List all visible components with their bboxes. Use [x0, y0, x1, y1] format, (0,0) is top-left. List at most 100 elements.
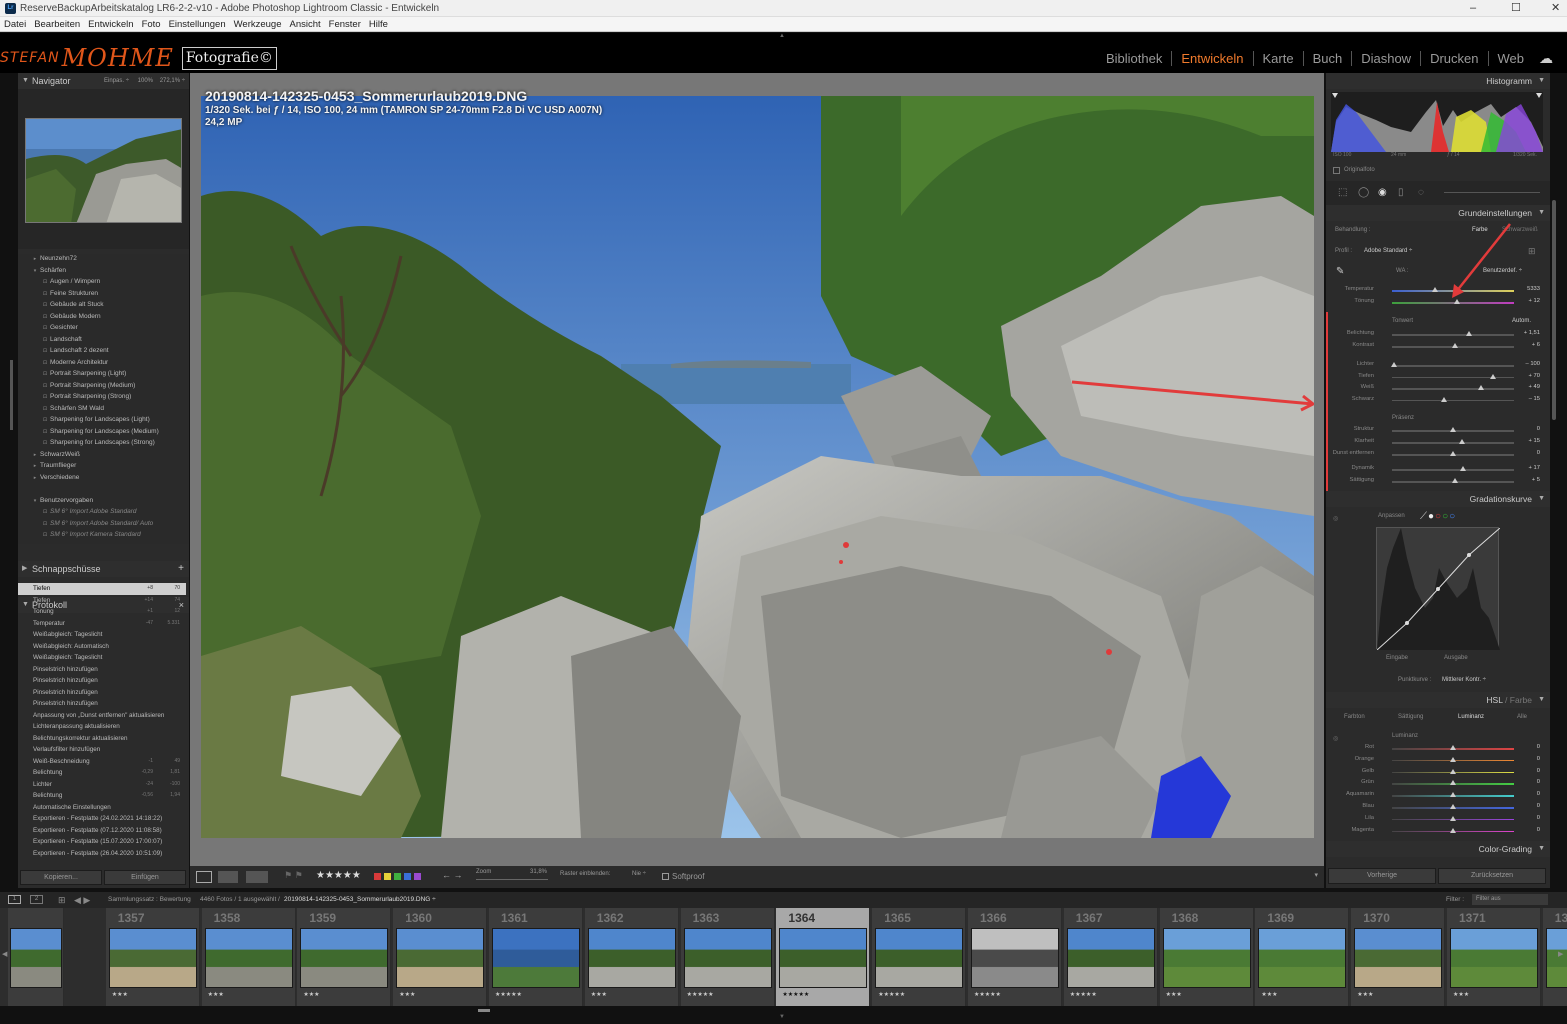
slider-value[interactable]: 0	[1537, 815, 1540, 821]
slider-klarheit[interactable]: Klarheit + 15	[1326, 437, 1548, 448]
eyedropper-icon[interactable]: ✎	[1336, 266, 1344, 277]
module-drucken[interactable]: Drucken	[1421, 51, 1489, 66]
filmstrip-cell[interactable]: 1358 ★★★	[201, 908, 296, 1006]
history-item[interactable]: Belichtungskorrektur aktualisieren	[18, 733, 186, 745]
slider-value[interactable]: 0	[1537, 756, 1540, 762]
add-snapshot-button[interactable]: +	[178, 561, 184, 577]
collapse-top-icon[interactable]: ▲	[779, 33, 785, 39]
history-item[interactable]: Weißabgleich: Tageslicht	[18, 629, 186, 641]
history-item[interactable]: Exportieren - Festplatte (24.02.2021 14:…	[18, 813, 186, 825]
filmstrip-thumbnail[interactable]	[1066, 928, 1155, 988]
slider-track[interactable]	[1392, 399, 1514, 401]
filmstrip-thumbnail[interactable]	[875, 928, 964, 988]
slider-gelb[interactable]: Gelb 0	[1326, 767, 1548, 778]
module-bibliothek[interactable]: Bibliothek	[1097, 51, 1173, 66]
color-label-swatch[interactable]	[394, 873, 401, 880]
slider-knob[interactable]	[1450, 815, 1456, 821]
menu-einstellungen[interactable]: Einstellungen	[169, 17, 226, 31]
preset-item[interactable]: ⊡ Sharpening for Landscapes (Strong)	[40, 439, 155, 446]
menu-werkzeuge[interactable]: Werkzeuge	[234, 17, 282, 31]
filmstrip-cell[interactable]: 1367 ★★★★★	[1063, 908, 1158, 1006]
filmstrip-cell[interactable]: 1357 ★★★	[105, 908, 200, 1006]
slider-aquamarin[interactable]: Aquamarin 0	[1326, 790, 1548, 801]
filmstrip-cell[interactable]: 1363 ★★★★★	[680, 908, 775, 1006]
filmstrip-cell[interactable]: 1360 ★★★	[393, 908, 488, 1006]
slider-knob[interactable]	[1450, 792, 1456, 798]
preset-item[interactable]: ⊡ Landschaft	[40, 336, 82, 343]
slider-schwarz[interactable]: Schwarz – 15	[1326, 395, 1548, 406]
filmstrip-thumbnail[interactable]	[300, 928, 389, 988]
slider-knob[interactable]	[1431, 287, 1438, 292]
slider-sättigung[interactable]: Sättigung + 5	[1326, 476, 1548, 487]
slider-lichter[interactable]: Lichter – 100	[1326, 360, 1548, 371]
history-item[interactable]: Lichter -24 -100	[18, 779, 186, 791]
preset-item[interactable]: ⊡ SM 6° Import Adobe Standard/ Auto	[40, 520, 153, 527]
preset-item[interactable]: ⊡ Portrait Sharpening (Light)	[40, 370, 126, 377]
cloud-icon[interactable]: ☁	[1539, 50, 1553, 67]
prev-next-arrows-icon[interactable]: ← →	[442, 870, 463, 880]
slider-kontrast[interactable]: Kontrast + 6	[1326, 341, 1548, 352]
module-buch[interactable]: Buch	[1304, 51, 1353, 66]
history-item[interactable]: Pinselstrich hinzufügen	[18, 698, 186, 710]
history-item[interactable]: Weißabgleich: Tageslicht	[18, 652, 186, 664]
menu-datei[interactable]: Datei	[4, 17, 26, 31]
slider-value[interactable]: + 15	[1529, 438, 1540, 444]
reset-button[interactable]: Zurücksetzen	[1438, 868, 1546, 884]
curve-target-icon[interactable]: ◎	[1333, 515, 1338, 522]
filmstrip-thumbnail[interactable]	[204, 928, 293, 988]
filmstrip-cell[interactable]: 1366 ★★★★★	[968, 908, 1062, 1006]
preset-folder[interactable]: ▸ Verschiedene	[30, 474, 80, 481]
filmstrip-cell[interactable]: 1361 ★★★★★	[489, 908, 583, 1006]
module-karte[interactable]: Karte	[1254, 51, 1304, 66]
filmstrip-cell[interactable]: 1371 ★★★	[1447, 908, 1541, 1006]
preset-item[interactable]: ⊡ Portrait Sharpening (Medium)	[40, 382, 135, 389]
color-label-swatch[interactable]	[384, 873, 391, 880]
module-web[interactable]: Web	[1489, 51, 1534, 66]
slider-knob[interactable]	[1452, 343, 1459, 348]
tab-luminanz[interactable]: Luminanz	[1458, 714, 1484, 720]
slider-value[interactable]: 0	[1537, 768, 1540, 774]
paste-button[interactable]: Einfügen	[104, 870, 186, 885]
original-photo-checkbox[interactable]	[1333, 167, 1340, 174]
history-item[interactable]: Belichtung -0,56 1,94	[18, 790, 186, 802]
history-item[interactable]: Exportieren - Festplatte (07.12.2020 11:…	[18, 825, 186, 837]
spot-removal-icon[interactable]: ◯	[1358, 187, 1369, 198]
slider-magenta[interactable]: Magenta 0	[1326, 826, 1548, 837]
preset-item[interactable]: ⊡ Sharpening for Landscapes (Light)	[40, 416, 150, 423]
slider-knob[interactable]	[1450, 427, 1456, 432]
filmstrip-cell[interactable]: 1362 ★★★	[584, 908, 679, 1006]
filmstrip-scroll-thumb[interactable]	[478, 1009, 490, 1012]
slider-knob[interactable]	[1450, 804, 1456, 809]
close-icon[interactable]: ✕	[1551, 0, 1560, 17]
filmstrip-thumbnail[interactable]	[396, 928, 485, 988]
filmstrip-thumbnail[interactable]	[587, 928, 676, 988]
filmstrip-thumbnail[interactable]	[10, 928, 62, 988]
slider-track[interactable]	[1392, 469, 1514, 471]
color-label-swatch[interactable]	[374, 873, 381, 880]
slider-value[interactable]: 0	[1537, 779, 1540, 785]
slider-knob[interactable]	[1452, 478, 1459, 483]
brush-slider[interactable]	[1444, 192, 1540, 193]
slider-value[interactable]: 0	[1537, 426, 1540, 432]
filmstrip-thumbnail[interactable]	[1354, 928, 1443, 988]
auto-tone-button[interactable]: Autom.	[1512, 318, 1531, 324]
tone-curve-graph[interactable]	[1376, 527, 1501, 651]
slider-value[interactable]: 0	[1537, 827, 1540, 833]
history-item[interactable]: Weißabgleich: Automatisch	[18, 641, 186, 653]
slider-value[interactable]: 0	[1537, 744, 1540, 750]
preset-item[interactable]: ⊡ Landschaft 2 dezent	[40, 347, 109, 354]
menu-hilfe[interactable]: Hilfe	[369, 17, 388, 31]
module-entwickeln[interactable]: Entwickeln	[1172, 51, 1254, 66]
navigator-header[interactable]: ▼ Navigator Einpas. ÷ 100% 272,1% ÷	[18, 73, 189, 89]
grid-select[interactable]: Nie ÷	[632, 871, 646, 877]
slider-knob[interactable]	[1458, 439, 1465, 444]
history-item[interactable]: Tiefen +14 74	[18, 595, 186, 607]
before-after-icon[interactable]	[246, 871, 268, 883]
zoom-fit-option[interactable]: Einpas. ÷	[104, 73, 129, 89]
preset-folder[interactable]: ▸ Traumflieger	[30, 462, 77, 469]
filmstrip-cell[interactable]	[8, 908, 64, 1006]
history-item[interactable]: Verlaufsfilter hinzufügen	[18, 744, 186, 756]
snapshots-header[interactable]: ▶ Schnappschüsse +	[18, 561, 189, 577]
preset-item[interactable]: ⊡ SM 6° Import Kamera Standard	[40, 531, 141, 538]
monitor-1-icon[interactable]: 1	[8, 895, 21, 904]
